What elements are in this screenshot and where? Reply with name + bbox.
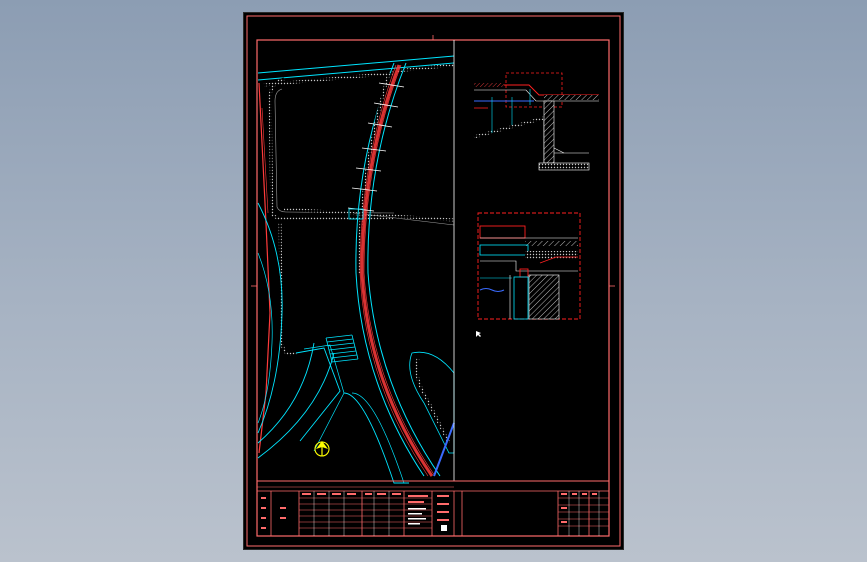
section-detail-1[interactable] bbox=[473, 72, 599, 171]
north-arrow-icon bbox=[314, 441, 330, 457]
title-block bbox=[257, 480, 609, 536]
cad-viewport[interactable] bbox=[0, 0, 867, 562]
section-detail-2[interactable] bbox=[477, 212, 581, 320]
site-plan[interactable] bbox=[257, 55, 455, 484]
drawing-canvas bbox=[246, 15, 621, 547]
cursor-icon bbox=[476, 331, 481, 337]
drawing-sheet bbox=[243, 12, 624, 550]
